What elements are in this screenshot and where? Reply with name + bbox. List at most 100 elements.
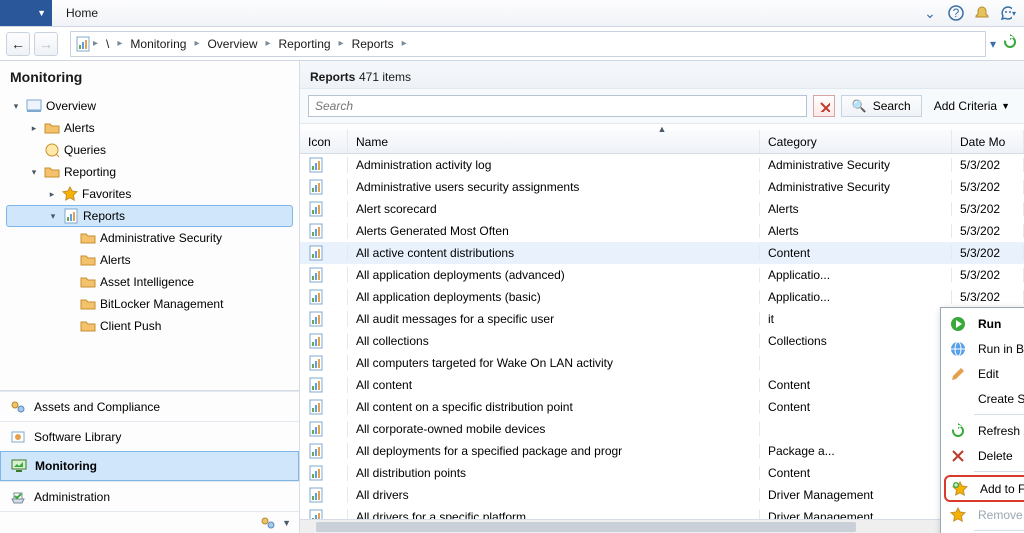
wunderbar-item[interactable]: Monitoring bbox=[0, 451, 299, 481]
cell-name: All audit messages for a specific user bbox=[348, 312, 760, 326]
menu-item-label: Create Subscription bbox=[978, 392, 1024, 406]
horizontal-scrollbar[interactable] bbox=[300, 519, 1024, 533]
menu-item[interactable]: Edit bbox=[944, 361, 1024, 386]
cell-category: Applicatio... bbox=[760, 268, 952, 282]
crumb-monitoring[interactable]: Monitoring bbox=[124, 32, 192, 56]
table-row[interactable]: All content on a specific distribution p… bbox=[300, 396, 1024, 418]
cell-category: Content bbox=[760, 466, 952, 480]
cell-date: 5/3/202 bbox=[952, 246, 1024, 260]
crumb-reporting[interactable]: Reporting bbox=[273, 32, 337, 56]
menu-item[interactable]: RefreshF5 bbox=[944, 418, 1024, 443]
cell-category: Alerts bbox=[760, 202, 952, 216]
report-icon bbox=[63, 208, 79, 224]
table-row[interactable]: All deployments for a specified package … bbox=[300, 440, 1024, 462]
left-nav-pane: Monitoring ▾Overview▸AlertsQueries▾Repor… bbox=[0, 61, 300, 533]
cell-name: Alert scorecard bbox=[348, 202, 760, 216]
table-row[interactable]: All distribution pointsContent5/3/202 bbox=[300, 462, 1024, 484]
crumb-overview[interactable]: Overview bbox=[201, 32, 263, 56]
table-body[interactable]: Administration activity logAdministrativ… bbox=[300, 154, 1024, 519]
back-button[interactable]: ← bbox=[6, 32, 30, 56]
table-row[interactable]: Administrative users security assignment… bbox=[300, 176, 1024, 198]
cell-category: Package a... bbox=[760, 444, 952, 458]
menu-item[interactable]: Run bbox=[944, 311, 1024, 336]
cell-name: All collections bbox=[348, 334, 760, 348]
forward-button[interactable]: → bbox=[34, 32, 58, 56]
table-row[interactable]: All contentContent5/3/202 bbox=[300, 374, 1024, 396]
refresh-icon[interactable] bbox=[1002, 34, 1018, 53]
tree-node[interactable]: ▾Reporting bbox=[6, 161, 293, 183]
tree-toggle-icon[interactable]: ▸ bbox=[28, 123, 40, 134]
report-icon bbox=[75, 36, 91, 52]
crumb-root[interactable]: \ bbox=[100, 32, 115, 56]
wunderbar-label: Monitoring bbox=[35, 459, 97, 473]
tree-node[interactable]: BitLocker Management bbox=[6, 293, 293, 315]
tab-home[interactable]: Home bbox=[52, 0, 112, 26]
history-dropdown[interactable]: ▾ bbox=[990, 37, 996, 51]
col-header-name[interactable]: Name bbox=[348, 130, 760, 153]
wunderbar-item[interactable]: Assets and Compliance bbox=[0, 391, 299, 421]
table-row[interactable]: All audit messages for a specific userit… bbox=[300, 308, 1024, 330]
help-icon[interactable] bbox=[948, 5, 964, 21]
col-header-date[interactable]: Date Mo bbox=[952, 130, 1024, 153]
table-row[interactable]: Administration activity logAdministrativ… bbox=[300, 154, 1024, 176]
delete-icon bbox=[948, 446, 968, 466]
table-row[interactable]: Alert scorecardAlerts5/3/202 bbox=[300, 198, 1024, 220]
connected-icon[interactable] bbox=[260, 515, 276, 531]
nav-tree[interactable]: ▾Overview▸AlertsQueries▾Reporting▸Favori… bbox=[0, 91, 299, 390]
table-row[interactable]: All computers targeted for Wake On LAN a… bbox=[300, 352, 1024, 374]
report-icon bbox=[308, 509, 324, 519]
menu-item[interactable]: Add to Favorites bbox=[944, 475, 1024, 502]
tree-node[interactable]: Alerts bbox=[6, 249, 293, 271]
tree-node-label: Administrative Security bbox=[100, 231, 293, 245]
table-row[interactable]: All active content distributionsContent5… bbox=[300, 242, 1024, 264]
chevron-down-icon[interactable]: ⌄ bbox=[922, 5, 938, 21]
search-icon: 🔍 bbox=[852, 99, 867, 113]
clear-search-button[interactable] bbox=[813, 95, 835, 117]
add-criteria-button[interactable]: Add Criteria ▼ bbox=[928, 99, 1016, 113]
cell-name: All computers targeted for Wake On LAN a… bbox=[348, 356, 760, 370]
app-menu-button[interactable]: ▼ bbox=[0, 0, 52, 26]
globe-icon bbox=[948, 339, 968, 359]
cell-date: 5/3/202 bbox=[952, 202, 1024, 216]
col-header-category[interactable]: Category bbox=[760, 130, 952, 153]
cell-category: Driver Management bbox=[760, 510, 952, 519]
bell-icon[interactable] bbox=[974, 5, 990, 21]
tree-node[interactable]: ▾Overview bbox=[6, 95, 293, 117]
tree-node[interactable]: ▸Alerts bbox=[6, 117, 293, 139]
menu-item[interactable]: Create Subscription bbox=[944, 386, 1024, 411]
tree-toggle-icon[interactable]: ▾ bbox=[28, 167, 40, 178]
search-button[interactable]: 🔍Search bbox=[841, 95, 922, 117]
feedback-icon[interactable]: ▾ bbox=[1000, 5, 1016, 21]
tree-node[interactable]: ▸Favorites bbox=[6, 183, 293, 205]
menu-item[interactable]: Run in Browser bbox=[944, 336, 1024, 361]
col-header-icon[interactable]: Icon bbox=[300, 130, 348, 153]
breadcrumb[interactable]: ▸ \ ▸ Monitoring ▸ Overview ▸ Reporting … bbox=[70, 31, 986, 57]
table-row[interactable]: All application deployments (advanced)Ap… bbox=[300, 264, 1024, 286]
cell-name: All application deployments (basic) bbox=[348, 290, 760, 304]
report-icon bbox=[308, 267, 324, 283]
chevron-down-icon[interactable]: ▼ bbox=[282, 518, 291, 528]
assets-icon bbox=[10, 399, 26, 415]
wunderbar-item[interactable]: Software Library bbox=[0, 421, 299, 451]
tree-node[interactable]: Queries bbox=[6, 139, 293, 161]
tree-node[interactable]: Administrative Security bbox=[6, 227, 293, 249]
search-input[interactable] bbox=[308, 95, 807, 117]
table-row[interactable]: All driversDriver Management5/3/202 bbox=[300, 484, 1024, 506]
tree-node[interactable]: ▾Reports bbox=[6, 205, 293, 227]
crumb-reports[interactable]: Reports bbox=[346, 32, 400, 56]
menu-item[interactable]: DeleteDelete bbox=[944, 443, 1024, 468]
tree-node[interactable]: Client Push bbox=[6, 315, 293, 337]
tree-node[interactable]: Asset Intelligence bbox=[6, 271, 293, 293]
tree-toggle-icon[interactable]: ▾ bbox=[10, 101, 22, 112]
table-row[interactable]: All corporate-owned mobile devices5/3/20… bbox=[300, 418, 1024, 440]
report-icon bbox=[308, 223, 324, 239]
tree-toggle-icon[interactable]: ▸ bbox=[46, 189, 58, 200]
table-row[interactable]: All collectionsCollections5/3/202 bbox=[300, 330, 1024, 352]
monitor-icon bbox=[11, 458, 27, 474]
table-row[interactable]: All drivers for a specific platformDrive… bbox=[300, 506, 1024, 519]
table-row[interactable]: All application deployments (basic)Appli… bbox=[300, 286, 1024, 308]
tree-toggle-icon[interactable]: ▾ bbox=[47, 211, 59, 222]
menu-item-label: Delete bbox=[978, 449, 1024, 463]
table-row[interactable]: Alerts Generated Most OftenAlerts5/3/202 bbox=[300, 220, 1024, 242]
wunderbar-item[interactable]: Administration bbox=[0, 481, 299, 511]
